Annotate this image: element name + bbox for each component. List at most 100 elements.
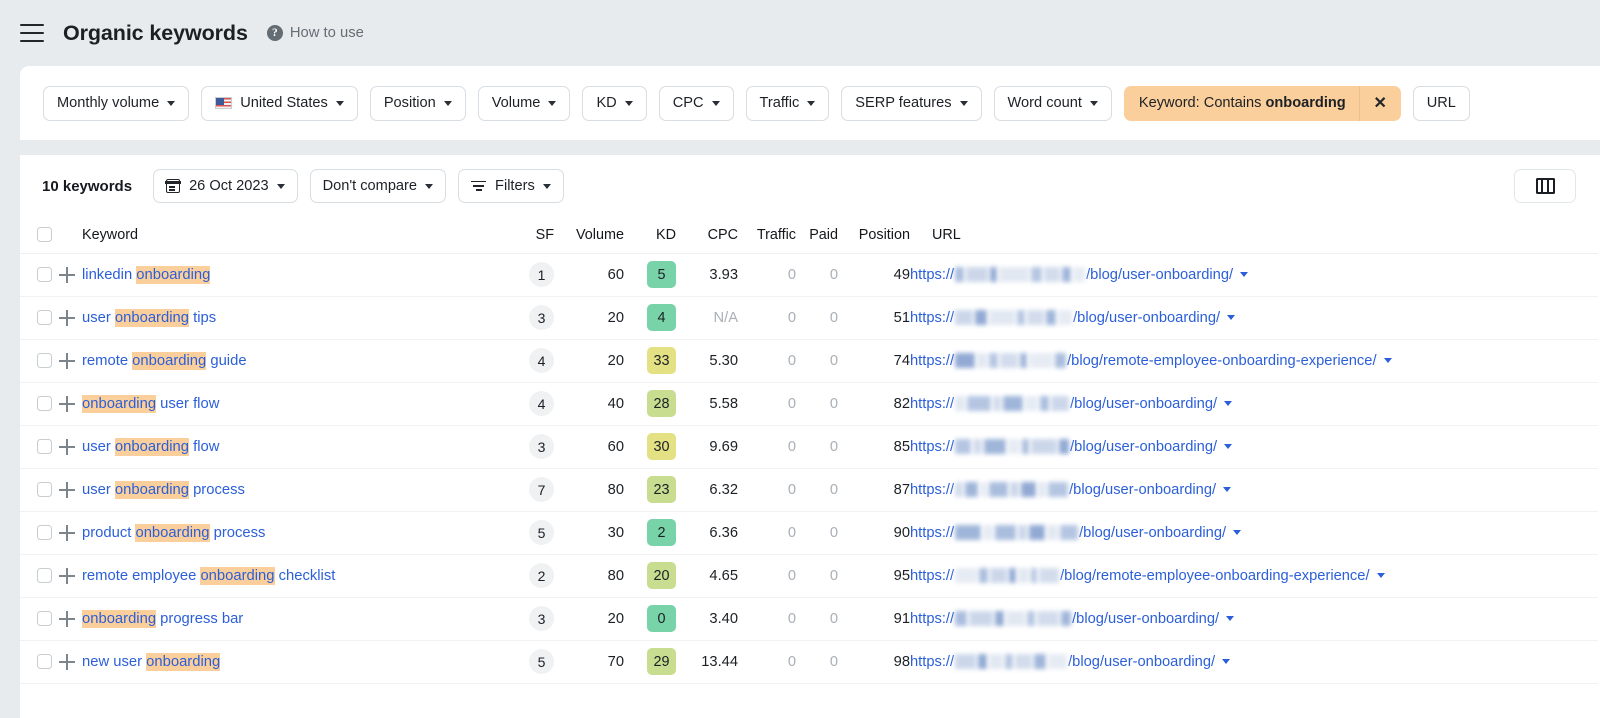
paid-cell: 0 — [796, 296, 838, 340]
chevron-down-icon[interactable] — [1227, 315, 1236, 320]
col-header-volume[interactable]: Volume — [554, 217, 624, 254]
row-checkbox[interactable] — [37, 482, 52, 497]
plus-icon[interactable] — [59, 266, 75, 283]
url-link[interactable]: https:// /blog/remote-employee-onboarding… — [910, 353, 1392, 369]
sf-cell: 3 — [506, 425, 554, 469]
chevron-down-icon[interactable] — [1240, 272, 1249, 277]
filters-button[interactable]: Filters — [458, 169, 564, 203]
plus-icon[interactable] — [59, 352, 75, 369]
row-checkbox[interactable] — [37, 439, 52, 454]
filter-country[interactable]: United States — [201, 85, 358, 121]
filter-cpc[interactable]: CPC — [658, 85, 734, 121]
chevron-down-icon[interactable] — [1376, 573, 1385, 578]
plus-icon[interactable] — [59, 395, 75, 412]
row-checkbox[interactable] — [37, 353, 52, 368]
date-picker-button[interactable]: 26 Oct 2023 — [153, 169, 298, 203]
keyword-text: remote — [82, 352, 133, 369]
plus-icon[interactable] — [59, 653, 75, 670]
url-protocol: https:// — [910, 481, 955, 498]
filter-word-count[interactable]: Word count — [993, 85, 1112, 121]
col-header-keyword[interactable]: Keyword — [82, 217, 506, 254]
volume-cell: 20 — [554, 339, 624, 383]
keyword-link[interactable]: linkedin onboarding — [82, 265, 211, 284]
row-checkbox[interactable] — [37, 267, 52, 282]
url-link[interactable]: https:// /blog/remote-employee-onboarding… — [910, 568, 1385, 584]
keyword-link[interactable]: remote onboarding guide — [82, 351, 247, 370]
filter-volume[interactable]: Volume — [477, 85, 571, 121]
sf-badge: 2 — [529, 563, 554, 588]
chevron-down-icon[interactable] — [1222, 659, 1231, 664]
chevron-down-icon[interactable] — [1233, 530, 1242, 535]
col-header-url[interactable]: URL — [910, 217, 1598, 254]
plus-icon[interactable] — [59, 481, 75, 498]
keyword-text: linkedin — [82, 266, 137, 283]
keyword-link[interactable]: onboarding progress bar — [82, 609, 244, 628]
col-header-sf[interactable]: SF — [506, 217, 554, 254]
redaction-block — [1047, 525, 1059, 540]
row-checkbox[interactable] — [37, 654, 52, 669]
col-header-kd[interactable]: KD — [624, 217, 676, 254]
filter-serp-features[interactable]: SERP features — [841, 85, 982, 121]
url-cell: https:// /blog/user-onboarding/ — [910, 468, 1598, 512]
chevron-down-icon[interactable] — [1224, 401, 1233, 406]
question-mark-icon: ? — [266, 25, 283, 41]
chip-prefix: Keyword: Contains — [1138, 95, 1262, 111]
chevron-down-icon[interactable] — [1226, 616, 1235, 621]
how-to-use-link[interactable]: ? How to use — [266, 25, 364, 41]
plus-icon[interactable] — [59, 610, 75, 627]
row-checkbox[interactable] — [37, 525, 52, 540]
url-link[interactable]: https:// /blog/user-onboarding/ — [910, 654, 1231, 670]
keyword-link[interactable]: user onboarding tips — [82, 308, 216, 327]
filter-monthly-volume[interactable]: Monthly volume — [43, 85, 190, 121]
col-header-traffic[interactable]: Traffic — [738, 217, 796, 254]
redaction-block — [1059, 439, 1070, 454]
kd-cell: 4 — [624, 296, 676, 340]
url-link[interactable]: https:// /blog/user-onboarding/ — [910, 310, 1236, 326]
hamburger-icon[interactable] — [20, 24, 44, 42]
keyword-link[interactable]: onboarding user flow — [82, 394, 219, 413]
keyword-link[interactable]: remote employee onboarding checklist — [82, 566, 335, 585]
url-link[interactable]: https:// /blog/user-onboarding/ — [910, 481, 1232, 498]
col-header-position[interactable]: Position — [838, 217, 910, 254]
filter-position[interactable]: Position — [369, 85, 466, 121]
filter-traffic[interactable]: Traffic — [745, 85, 830, 121]
filters-label: Filters — [495, 178, 535, 194]
redaction-block — [1031, 267, 1043, 282]
active-filter-chip-keyword[interactable]: Keyword: Contains onboarding ✕ — [1123, 85, 1401, 121]
volume-cell: 30 — [554, 511, 624, 555]
url-link[interactable]: https:// /blog/user-onboarding/ — [910, 611, 1235, 627]
keyword-text: progress bar — [156, 610, 244, 627]
plus-icon[interactable] — [59, 309, 75, 326]
plus-icon[interactable] — [59, 567, 75, 584]
url-cell: https:// /blog/user-onboarding/ — [910, 425, 1598, 469]
url-cell: https:// /blog/user-onboarding/ — [910, 382, 1598, 426]
select-all-checkbox[interactable] — [37, 227, 52, 243]
plus-icon[interactable] — [59, 524, 75, 541]
close-icon[interactable]: ✕ — [1358, 85, 1401, 121]
row-checkbox[interactable] — [37, 396, 52, 411]
filter-bar: Monthly volume United States Position Vo… — [20, 66, 1600, 140]
col-header-cpc[interactable]: CPC — [676, 217, 738, 254]
row-checkbox[interactable] — [37, 568, 52, 583]
chevron-down-icon[interactable] — [1224, 444, 1233, 449]
keyword-link[interactable]: new user onboarding — [82, 652, 221, 671]
keyword-cell: user onboarding flow — [82, 425, 506, 469]
select-all-cell — [20, 217, 52, 254]
compare-button[interactable]: Don't compare — [309, 169, 447, 203]
url-link[interactable]: https:// /blog/user-onboarding/ — [910, 525, 1242, 541]
filter-kd[interactable]: KD — [582, 85, 647, 121]
row-checkbox[interactable] — [37, 611, 52, 626]
url-link[interactable]: https:// /blog/user-onboarding/ — [910, 267, 1249, 283]
chevron-down-icon[interactable] — [1383, 358, 1392, 363]
col-header-paid[interactable]: Paid — [796, 217, 838, 254]
url-link[interactable]: https:// /blog/user-onboarding/ — [910, 439, 1233, 455]
keyword-link[interactable]: user onboarding flow — [82, 437, 219, 456]
chevron-down-icon[interactable] — [1223, 487, 1232, 492]
filter-url[interactable]: URL — [1412, 85, 1470, 121]
row-checkbox[interactable] — [37, 310, 52, 325]
plus-icon[interactable] — [59, 438, 75, 455]
column-settings-button[interactable] — [1514, 169, 1576, 203]
keyword-link[interactable]: product onboarding process — [82, 523, 265, 542]
url-link[interactable]: https:// /blog/user-onboarding/ — [910, 396, 1233, 412]
keyword-link[interactable]: user onboarding process — [82, 480, 245, 499]
